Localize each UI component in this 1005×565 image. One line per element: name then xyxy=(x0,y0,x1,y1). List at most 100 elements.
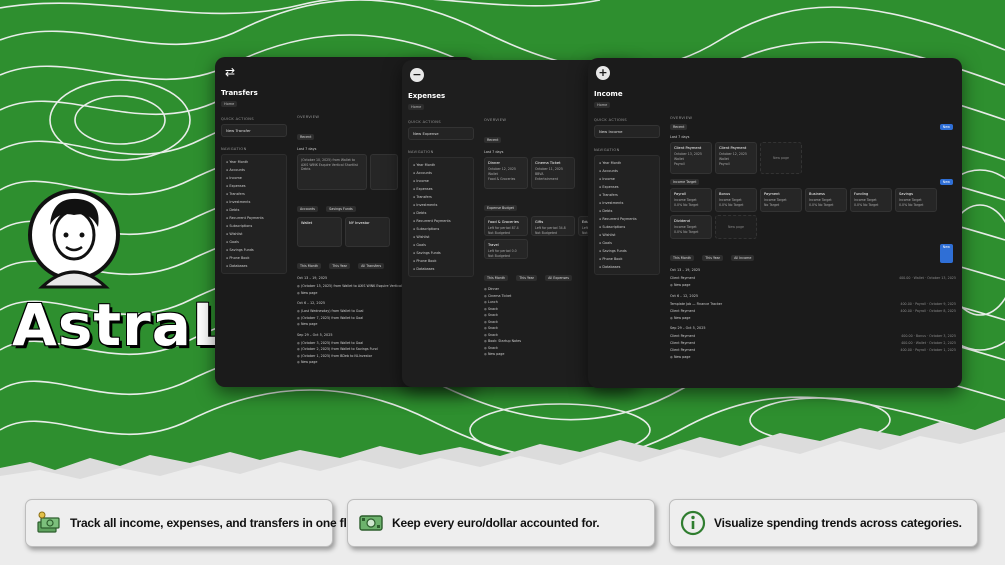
tab-all-transfers[interactable]: All Transfers xyxy=(358,263,385,269)
tab-recent[interactable]: Recent xyxy=(297,134,315,140)
tab-expense-budget[interactable]: Expense Budget xyxy=(484,205,517,211)
nav-item[interactable]: Wishlist xyxy=(599,231,655,239)
nav-item[interactable]: Goals xyxy=(413,241,469,249)
income-row[interactable]: Client Payment 400.00 · Payroll · Octobe… xyxy=(670,347,956,354)
target-card[interactable]: Funding Income Target 0.0% No Target xyxy=(850,188,892,212)
new-expense-button[interactable]: New Expense xyxy=(408,127,474,140)
nav-item[interactable]: Recurrent Payments xyxy=(413,217,469,225)
nav-item[interactable]: Goals xyxy=(599,239,655,247)
brand-logo-text: AstraL xyxy=(12,291,230,359)
nav-item[interactable]: Recurrent Payments xyxy=(599,215,655,223)
nav-item[interactable]: Databases xyxy=(599,263,655,271)
budget-card[interactable]: Gifts Left for period 34.8 Not Budgeted xyxy=(531,216,575,236)
nav-item[interactable]: Accounts xyxy=(226,166,282,174)
income-row-name: Client Payment xyxy=(670,334,696,338)
new-button[interactable]: New xyxy=(939,244,953,263)
tab-all-expenses[interactable]: All Expenses xyxy=(545,275,572,281)
nav-item[interactable]: Income xyxy=(226,174,282,182)
tab-accounts[interactable]: Accounts xyxy=(297,206,319,212)
tab-income-target[interactable]: Income Target xyxy=(670,179,700,185)
nav-item[interactable]: Savings Funds xyxy=(599,247,655,255)
new-button[interactable]: New xyxy=(939,124,953,130)
nav-item[interactable]: Transfers xyxy=(599,191,655,199)
budget-card[interactable]: Travel Left for period 0.0 Not Budgeted xyxy=(484,239,528,259)
tab-recent[interactable]: Recent xyxy=(484,137,502,143)
new-income-button[interactable]: New Income xyxy=(594,125,660,138)
nav-item[interactable]: Phone Book xyxy=(226,254,282,262)
new-page-card[interactable]: New page xyxy=(760,142,802,174)
income-card[interactable]: Client Payment October 13, 2025 Wallet P… xyxy=(670,142,712,174)
nav-item[interactable]: Subscriptions xyxy=(413,225,469,233)
target-card[interactable]: Savings Income Target 0.0% No Target xyxy=(895,188,937,212)
tab-all-income[interactable]: All Income xyxy=(731,255,755,261)
new-button[interactable]: New xyxy=(939,179,953,185)
tab-savings-funds[interactable]: Savings Funds xyxy=(326,206,356,212)
nav-item[interactable]: Year Month xyxy=(413,161,469,169)
tab-this-year[interactable]: This Year xyxy=(702,255,723,261)
account-card-wallet[interactable]: Wallet xyxy=(297,217,342,247)
nav-item[interactable]: Subscriptions xyxy=(226,222,282,230)
nav-item[interactable]: Income xyxy=(599,175,655,183)
target-card-status: 0.0% No Target xyxy=(899,203,924,207)
expense-card-title: Dinner xyxy=(488,161,501,165)
nav-item[interactable]: Income xyxy=(413,177,469,185)
nav-item[interactable]: Accounts xyxy=(413,169,469,177)
income-row[interactable]: Template Job — Finance Tracker 400.00 · … xyxy=(670,301,956,308)
nav-item[interactable]: Subscriptions xyxy=(599,223,655,231)
nav-item[interactable]: Databases xyxy=(413,265,469,273)
nav-item[interactable]: Year Month xyxy=(226,158,282,166)
tab-this-month[interactable]: This Month xyxy=(670,255,695,261)
income-row[interactable]: Client Payment 400.00 · Wallet · October… xyxy=(670,275,956,282)
nav-item[interactable]: Expenses xyxy=(599,183,655,191)
transfer-card[interactable] xyxy=(370,154,398,190)
tab-this-month[interactable]: This Month xyxy=(297,263,322,269)
tab-this-year[interactable]: This Year xyxy=(516,275,537,281)
nav-item[interactable]: Debts xyxy=(599,207,655,215)
income-row[interactable]: Client Payment 400.00 · Bonus · October … xyxy=(670,333,956,340)
nav-item[interactable]: Savings Funds xyxy=(226,246,282,254)
nav-item[interactable]: Goals xyxy=(226,238,282,246)
nav-item[interactable]: Phone Book xyxy=(599,255,655,263)
target-card[interactable]: Payment Income Target No Target xyxy=(760,188,802,212)
target-card[interactable]: Dividend Income Target 0.0% No Target xyxy=(670,215,712,239)
nav-item[interactable]: Phone Book xyxy=(413,257,469,265)
nav-item[interactable]: Investments xyxy=(413,201,469,209)
expense-card[interactable]: Dinner October 12, 2025 Wallet Food & Gr… xyxy=(484,157,528,189)
budget-card[interactable]: Food & Groceries Left for period 87.4 No… xyxy=(484,216,528,236)
target-card[interactable]: Payroll Income Target 0.0% No Target xyxy=(670,188,712,212)
transfer-card[interactable]: (October 10, 2025) from Wallet to AXIS W… xyxy=(297,154,367,190)
breadcrumb[interactable]: Home xyxy=(221,101,238,107)
tab-recent[interactable]: Recent xyxy=(670,124,688,130)
income-row[interactable]: Client Payment 400.00 · Wallet · October… xyxy=(670,340,956,347)
nav-item[interactable]: Databases xyxy=(226,262,282,270)
income-row[interactable]: Client Payment 400.00 · Payroll · Octobe… xyxy=(670,308,956,315)
nav-item[interactable]: Savings Funds xyxy=(413,249,469,257)
new-page-link[interactable]: New page xyxy=(670,354,956,361)
new-page-card[interactable]: New page xyxy=(715,215,757,239)
nav-item[interactable]: Investments xyxy=(226,198,282,206)
new-transfer-button[interactable]: New Transfer xyxy=(221,124,287,137)
new-page-link[interactable]: New page xyxy=(670,282,956,289)
nav-item[interactable]: Year Month xyxy=(599,159,655,167)
nav-item[interactable]: Expenses xyxy=(226,182,282,190)
tab-this-month[interactable]: This Month xyxy=(484,275,509,281)
nav-item[interactable]: Wishlist xyxy=(226,230,282,238)
tab-this-year[interactable]: This Year xyxy=(329,263,350,269)
target-card[interactable]: Bonus Income Target 0.0% No Target xyxy=(715,188,757,212)
account-card-ny-investor[interactable]: NY Investor xyxy=(345,217,390,247)
income-card[interactable]: Client Payment October 12, 2025 Wallet P… xyxy=(715,142,757,174)
nav-item[interactable]: Transfers xyxy=(226,190,282,198)
nav-item[interactable]: Debts xyxy=(413,209,469,217)
breadcrumb[interactable]: Home xyxy=(594,102,611,108)
new-page-link[interactable]: New page xyxy=(670,315,956,322)
nav-item[interactable]: Debts xyxy=(226,206,282,214)
nav-item[interactable]: Accounts xyxy=(599,167,655,175)
breadcrumb[interactable]: Home xyxy=(408,104,425,110)
target-card[interactable]: Business Income Target 0.0% No Target xyxy=(805,188,847,212)
nav-item[interactable]: Transfers xyxy=(413,193,469,201)
nav-item[interactable]: Expenses xyxy=(413,185,469,193)
nav-item[interactable]: Investments xyxy=(599,199,655,207)
expense-card[interactable]: Cinema Ticket October 11, 2025 BBVA Ente… xyxy=(531,157,575,189)
nav-item[interactable]: Recurrent Payments xyxy=(226,214,282,222)
nav-item[interactable]: Wishlist xyxy=(413,233,469,241)
